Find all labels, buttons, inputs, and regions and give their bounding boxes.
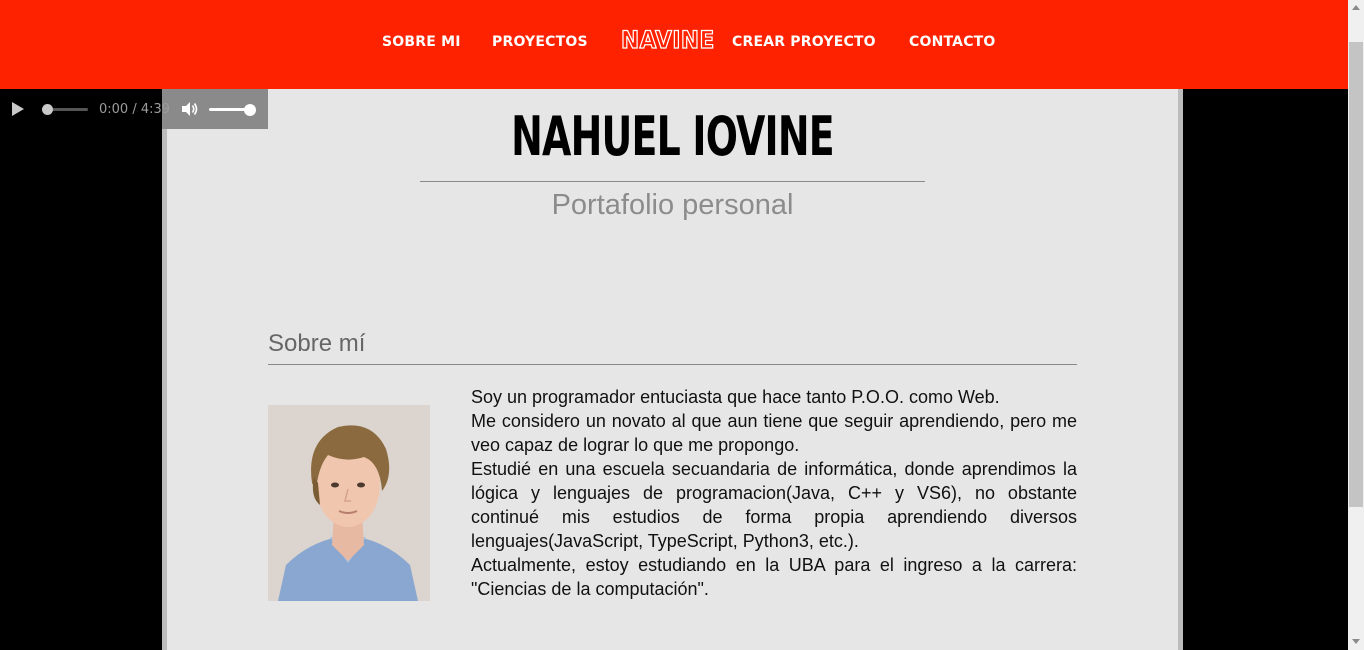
page-title: NAHUEL IOVINE [511, 105, 835, 168]
section-heading-about: Sobre mí [268, 330, 366, 357]
profile-photo-illustration [268, 405, 430, 601]
volume-icon[interactable] [181, 101, 199, 117]
volume-slider[interactable] [209, 104, 256, 116]
seek-slider[interactable] [42, 104, 88, 115]
nav-crear-proyecto[interactable]: CREAR PROYECTO [732, 33, 876, 51]
section-divider [268, 364, 1077, 365]
bio-paragraph: Actualmente, estoy estudiando en la UBA … [471, 555, 1077, 599]
page-subtitle: Portafolio personal [551, 189, 794, 221]
nav-sobre-mi[interactable]: SOBRE MI [382, 33, 461, 51]
nav-contacto[interactable]: CONTACTO [909, 33, 996, 51]
audio-time: 0:00 / 4:39 [99, 102, 171, 117]
audio-player: 0:00 / 4:39 [0, 89, 268, 129]
seek-thumb[interactable] [42, 104, 53, 115]
bio-paragraph: Soy un programador entuciasta que hace t… [471, 387, 1000, 407]
page-scrollbar[interactable] [1348, 0, 1364, 650]
left-background [0, 89, 162, 650]
about-bio: Soy un programador entuciasta que hace t… [471, 385, 1077, 601]
right-background [1183, 89, 1348, 650]
panel-border-right [1178, 89, 1183, 650]
volume-thumb[interactable] [244, 104, 256, 116]
bio-paragraph: Me considero un novato al que aun tiene … [471, 411, 1077, 455]
scroll-down-icon[interactable] [1352, 639, 1360, 644]
top-navbar: SOBRE MI PROYECTOS NAVINE CREAR PROYECTO… [0, 0, 1348, 89]
bio-paragraph: Estudié en una escuela secuandaria de in… [471, 459, 1077, 551]
profile-photo [268, 405, 430, 601]
nav-proyectos[interactable]: PROYECTOS [492, 33, 588, 51]
scroll-up-icon[interactable] [1352, 5, 1360, 10]
title-divider [420, 181, 925, 182]
nav-logo-navine[interactable]: NAVINE [620, 25, 714, 54]
play-icon[interactable] [12, 102, 24, 116]
scroll-thumb[interactable] [1349, 42, 1363, 507]
